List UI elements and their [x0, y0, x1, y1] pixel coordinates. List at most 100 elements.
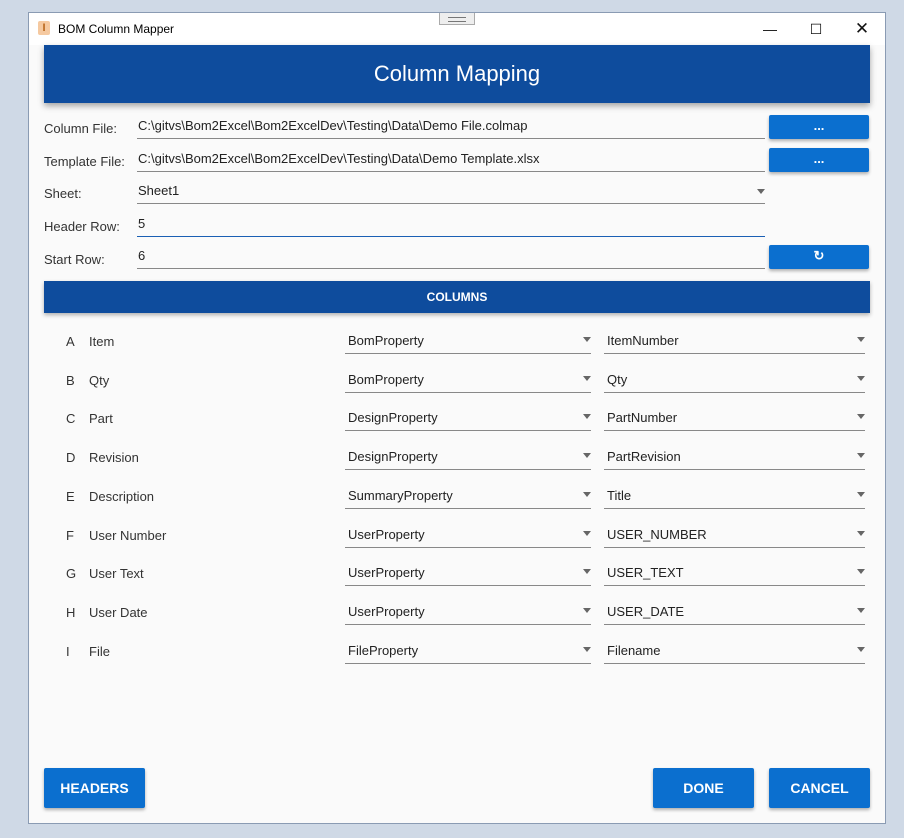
property-type-value: UserProperty: [348, 603, 425, 619]
property-name-value: USER_DATE: [607, 603, 685, 619]
property-type-select[interactable]: DesignProperty: [345, 444, 591, 471]
window-title: BOM Column Mapper: [58, 22, 175, 36]
column-letter: D: [66, 450, 76, 466]
close-icon[interactable]: ✕: [839, 13, 885, 45]
column-row: H User Date UserProperty USER_DATE: [29, 599, 885, 629]
chevron-down-icon: [857, 414, 865, 420]
column-name: Item: [89, 334, 115, 349]
column-row: G User Text UserProperty USER_TEXT: [29, 560, 885, 590]
column-letter: B: [66, 372, 75, 388]
drag-grip-icon[interactable]: [439, 13, 475, 25]
chevron-down-icon: [583, 646, 591, 652]
property-name-select[interactable]: PartRevision: [604, 444, 865, 471]
browse-column-file-button[interactable]: ...: [769, 115, 869, 139]
column-letter: A: [66, 334, 75, 349]
chevron-down-icon: [583, 414, 591, 420]
maximize-icon[interactable]: ☐: [793, 13, 839, 45]
column-letter: I: [66, 643, 70, 659]
column-letter: E: [66, 488, 75, 504]
property-name-select[interactable]: USER_DATE: [604, 599, 865, 625]
property-name-select[interactable]: Title: [604, 483, 865, 509]
title-bar: I BOM Column Mapper — ☐ ✕: [29, 13, 885, 45]
sheet-value: Sheet1: [138, 183, 180, 198]
property-name-value: USER_NUMBER: [607, 526, 707, 542]
chevron-down-icon: [857, 646, 865, 652]
column-row: E Description SummaryProperty Title: [29, 483, 885, 513]
column-row: C Part DesignProperty PartNumber: [29, 405, 885, 435]
page-title: Column Mapping: [44, 45, 870, 103]
property-type-select[interactable]: UserProperty: [345, 522, 591, 548]
property-name-value: Title: [607, 487, 632, 503]
column-letter: C: [66, 411, 76, 427]
property-type-select[interactable]: BomProperty: [345, 367, 591, 393]
property-type-value: BomProperty: [348, 333, 424, 348]
property-name-value: PartNumber: [607, 410, 678, 426]
property-name-value: ItemNumber: [607, 333, 679, 348]
property-name-value: USER_TEXT: [607, 565, 684, 581]
property-type-select[interactable]: UserProperty: [345, 599, 591, 625]
header-row-input[interactable]: 5: [137, 213, 765, 237]
property-type-value: UserProperty: [348, 526, 425, 542]
chevron-down-icon: [583, 337, 591, 342]
property-type-select[interactable]: UserProperty: [345, 560, 591, 587]
property-type-select[interactable]: DesignProperty: [345, 405, 591, 432]
chevron-down-icon: [583, 569, 591, 575]
property-name-select[interactable]: USER_TEXT: [604, 560, 865, 587]
column-row: A Item BomProperty ItemNumber: [29, 328, 885, 358]
refresh-button[interactable]: ↻: [769, 245, 869, 269]
column-name: Description: [89, 488, 155, 504]
column-name: User Date: [89, 604, 148, 620]
chevron-down-icon: [583, 453, 591, 459]
property-type-value: UserProperty: [348, 565, 425, 581]
column-letter: H: [66, 604, 76, 620]
template-file-label: Template File:: [44, 154, 125, 169]
chevron-down-icon: [857, 569, 865, 575]
header-row-label: Header Row:: [44, 219, 120, 234]
property-type-value: DesignProperty: [348, 410, 438, 426]
column-row: B Qty BomProperty Qty: [29, 367, 885, 397]
columns-header: COLUMNS: [44, 281, 870, 313]
column-row: F User Number UserProperty USER_NUMBER: [29, 522, 885, 552]
minimize-icon[interactable]: —: [747, 13, 793, 45]
property-name-select[interactable]: Qty: [604, 367, 865, 393]
browse-template-file-button[interactable]: ...: [769, 148, 869, 172]
chevron-down-icon: [857, 530, 865, 536]
column-letter: G: [66, 566, 77, 582]
chevron-down-icon: [857, 491, 865, 497]
chevron-down-icon: [583, 530, 591, 536]
chevron-down-icon: [583, 491, 591, 497]
column-file-label: Column File:: [44, 121, 117, 136]
property-name-value: PartRevision: [607, 449, 681, 465]
property-name-select[interactable]: ItemNumber: [604, 328, 865, 354]
cancel-button[interactable]: CANCEL: [769, 768, 870, 808]
property-type-select[interactable]: BomProperty: [345, 328, 591, 354]
property-name-value: Qty: [607, 371, 628, 387]
sheet-label: Sheet:: [44, 186, 82, 201]
sheet-select[interactable]: Sheet1: [137, 180, 765, 204]
done-button[interactable]: DONE: [653, 768, 754, 808]
column-letter: F: [66, 527, 74, 543]
chevron-down-icon: [757, 189, 765, 194]
property-name-select[interactable]: USER_NUMBER: [604, 522, 865, 548]
chevron-down-icon: [583, 607, 591, 613]
column-file-input[interactable]: C:\gitvs\Bom2Excel\Bom2ExcelDev\Testing\…: [137, 115, 765, 139]
property-type-select[interactable]: FileProperty: [345, 638, 591, 664]
headers-button[interactable]: HEADERS: [44, 768, 145, 808]
app-icon: I: [38, 21, 50, 35]
property-name-value: Filename: [607, 642, 661, 658]
property-name-select[interactable]: PartNumber: [604, 405, 865, 432]
chevron-down-icon: [857, 453, 865, 459]
property-type-value: BomProperty: [348, 371, 424, 387]
property-name-select[interactable]: Filename: [604, 638, 865, 664]
column-name: Revision: [89, 450, 139, 466]
property-type-select[interactable]: SummaryProperty: [345, 483, 591, 509]
column-name: Part: [89, 411, 113, 427]
chevron-down-icon: [857, 375, 865, 381]
start-row-input[interactable]: 6: [137, 245, 765, 269]
column-name: File: [89, 643, 110, 659]
chevron-down-icon: [857, 607, 865, 613]
column-name: Qty: [89, 372, 110, 388]
column-row: D Revision DesignProperty PartRevision: [29, 444, 885, 474]
chevron-down-icon: [857, 337, 865, 342]
template-file-input[interactable]: C:\gitvs\Bom2Excel\Bom2ExcelDev\Testing\…: [137, 148, 765, 172]
